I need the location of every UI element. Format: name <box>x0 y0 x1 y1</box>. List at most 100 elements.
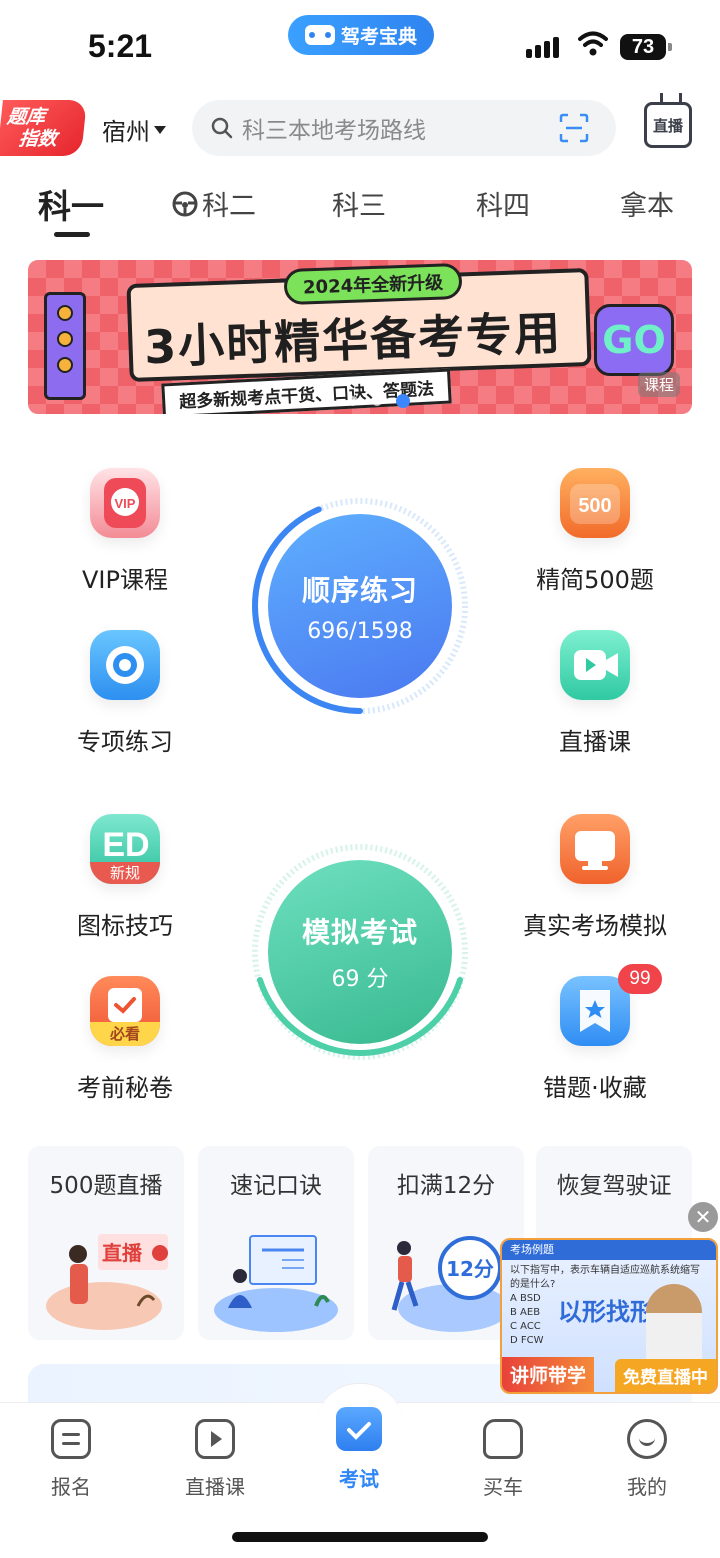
tab-label: 拿本 <box>620 191 674 222</box>
quick-card-title: 速记口诀 <box>230 1173 322 1199</box>
cellular-signal-icon <box>526 34 559 58</box>
live-course-label: 直播课 <box>559 728 631 756</box>
new-rule-badge: 新规 <box>90 862 160 884</box>
free-live-label: 免费直播中 <box>615 1359 716 1392</box>
points-art-text: 12分 <box>446 1257 494 1281</box>
live-tv-label: 直播 <box>652 116 683 135</box>
quick-card-500-live[interactable]: 500题直播 直播 <box>28 1146 184 1340</box>
sign-tips-label: 图标技巧 <box>77 912 173 940</box>
teacher-label: 讲师带学 <box>502 1357 595 1392</box>
nav-item-live[interactable]: 直播课 <box>160 1419 270 1500</box>
tiku-index-badge[interactable]: 题库 指数 <box>0 100 87 156</box>
nav-item-signup[interactable]: 报名 <box>16 1419 126 1500</box>
exam-folder-icon <box>336 1407 382 1451</box>
quick-card-mnemonic[interactable]: 速记口诀 <box>198 1146 354 1340</box>
nav-item-buy-car[interactable]: 买车 <box>448 1419 558 1500</box>
nav-label: 考试 <box>339 1467 379 1491</box>
banner-decoration <box>44 292 86 400</box>
search-icon <box>211 117 233 139</box>
vip-course-label: VIP课程 <box>82 566 168 594</box>
quick-card-title: 扣满12分 <box>396 1173 496 1199</box>
video-camera-icon <box>560 630 630 700</box>
banner-pagination <box>348 394 410 408</box>
floating-live-video[interactable]: 考场例题 以下指写中，表示车辆自适应巡航系统缩写的是什么? A BSD B AE… <box>500 1238 718 1394</box>
jingjian-500-button[interactable]: 500 精简500题 <box>500 468 690 595</box>
vip-icon: VIP <box>90 468 160 538</box>
live-stream-illustration: 直播 <box>46 1234 168 1330</box>
pre-exam-secret-label: 考前秘卷 <box>77 1074 173 1102</box>
nav-label: 报名 <box>51 1475 91 1499</box>
status-time: 5:21 <box>88 28 153 64</box>
nav-label: 买车 <box>483 1475 523 1499</box>
city-selector[interactable]: 宿州 <box>102 112 166 147</box>
topic-practice-label: 专项练习 <box>77 728 173 756</box>
app-pill-label: 驾考宝典 <box>340 25 417 48</box>
500-icon-text: 500 <box>578 495 611 517</box>
vip-icon-text: VIP <box>115 496 136 511</box>
practice-title: 顺序练习 <box>301 573 418 607</box>
banner-go-badge: GO <box>594 304 674 376</box>
active-tab-indicator <box>54 232 90 237</box>
live-course-button[interactable]: 直播课 <box>500 630 690 757</box>
quick-card-title: 500题直播 <box>49 1173 163 1199</box>
monitor-icon <box>560 814 630 884</box>
exam-core: 模拟考试 69 分 <box>268 860 452 1044</box>
pagination-dot <box>348 396 358 406</box>
topic-practice-button[interactable]: 专项练习 <box>30 630 220 757</box>
close-icon[interactable]: ✕ <box>688 1202 718 1232</box>
live-tv-icon[interactable]: 直播 <box>644 102 692 148</box>
svg-text:ED: ED <box>102 826 149 864</box>
nav-item-exam[interactable]: 考试 <box>304 1407 414 1492</box>
exam-score: 69 分 <box>331 967 389 992</box>
home-indicator <box>232 1532 488 1542</box>
real-exam-sim-button[interactable]: 真实考场模拟 <box>500 814 690 941</box>
car-icon <box>304 25 335 45</box>
500-questions-icon: 500 <box>560 468 630 538</box>
tab-label: 科三 <box>332 191 386 222</box>
app-pill[interactable]: 驾考宝典 <box>288 15 434 55</box>
mock-exam-button[interactable]: 模拟考试 69 分 <box>248 840 472 1064</box>
sign-tips-button[interactable]: ED 新规 图标技巧 <box>30 814 220 941</box>
tab-label: 科一 <box>38 187 104 226</box>
video-header: 考场例题 <box>502 1240 716 1260</box>
nav-label: 直播课 <box>185 1475 245 1499</box>
quick-card-title: 恢复驾驶证 <box>556 1173 672 1199</box>
tab-ke4[interactable]: 科四 <box>476 184 530 223</box>
smile-face-icon <box>627 1419 667 1459</box>
pre-exam-secret-button[interactable]: 必看 考前秘卷 <box>30 976 220 1103</box>
target-icon <box>90 630 160 700</box>
tab-naben[interactable]: 拿本 <box>620 184 674 223</box>
must-see-badge: 必看 <box>90 1022 160 1046</box>
tab-ke1[interactable]: 科一 <box>38 180 104 228</box>
battery-icon: 73 <box>620 34 672 60</box>
tiku-badge-line2: 指数 <box>17 128 59 150</box>
search-bar[interactable]: 科三本地考场路线 <box>192 100 616 156</box>
tab-label: 科四 <box>476 191 530 222</box>
live-art-text: 直播 <box>102 1241 143 1265</box>
battery-level: 73 <box>631 35 655 58</box>
nav-label: 我的 <box>627 1475 667 1499</box>
tab-ke2[interactable]: 科二 <box>172 184 256 223</box>
nav-item-mine[interactable]: 我的 <box>592 1419 702 1500</box>
search-input[interactable]: 科三本地考场路线 <box>242 111 426 145</box>
caret-down-icon <box>154 125 166 134</box>
subject-tabs: 科一 科二 科三 科四 拿本 <box>0 180 720 240</box>
tab-ke3[interactable]: 科三 <box>332 184 386 223</box>
scan-icon[interactable] <box>558 112 590 144</box>
document-icon <box>51 1419 91 1459</box>
mistakes-count-badge: 99 <box>618 964 662 994</box>
header: 题库 指数 宿州 科三本地考场路线 直播 <box>0 96 720 160</box>
car-nav-icon <box>483 1419 523 1459</box>
tiku-badge-line1: 题库 <box>6 106 47 128</box>
promo-banner[interactable]: 2024年全新升级 3小时精华备考专用 超多新规考点干货、口诀、答题法 GO 课… <box>28 260 692 414</box>
pagination-dot-active <box>396 394 410 408</box>
sequential-practice-button[interactable]: 顺序练习 696/1598 <box>248 494 472 718</box>
banner-tag: 2024年全新升级 <box>283 262 463 306</box>
live-tv-nav-icon <box>195 1419 235 1459</box>
vip-course-button[interactable]: VIP VIP课程 <box>30 468 220 595</box>
practice-core: 顺序练习 696/1598 <box>268 514 452 698</box>
mistakes-favorites-button[interactable]: 错题·收藏 <box>500 976 690 1103</box>
banner-course-tag: 课程 <box>638 372 681 397</box>
status-bar: 5:21 驾考宝典 73 <box>0 0 720 90</box>
exam-title: 模拟考试 <box>301 916 418 949</box>
